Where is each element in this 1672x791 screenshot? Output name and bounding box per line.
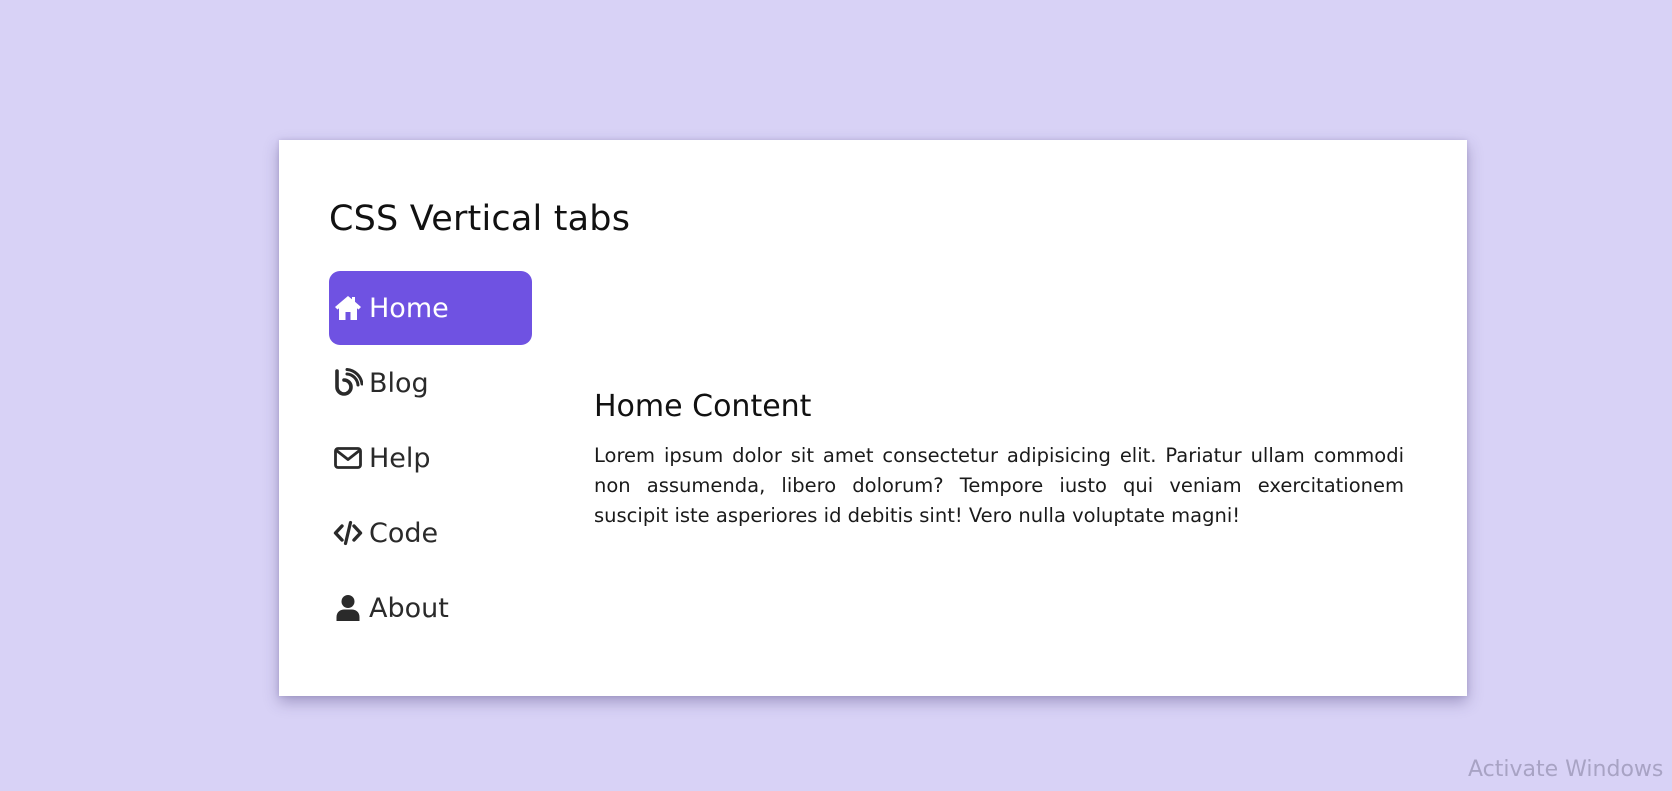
- tab-label: Code: [369, 517, 439, 549]
- blog-icon: [331, 366, 365, 400]
- user-icon: [331, 591, 365, 625]
- home-icon: [331, 291, 365, 325]
- tabs-card: CSS Vertical tabs Home Blog Help Code Ab…: [279, 140, 1467, 696]
- tab-about[interactable]: About: [329, 571, 532, 645]
- tab-help[interactable]: Help: [329, 421, 532, 495]
- tab-label: About: [369, 592, 449, 624]
- tab-code[interactable]: Code: [329, 496, 532, 570]
- vertical-tabs: Home Blog Help Code About: [329, 271, 532, 646]
- tab-label: Home: [369, 292, 449, 324]
- envelope-icon: [331, 441, 365, 475]
- code-icon: [331, 516, 365, 550]
- page-title: CSS Vertical tabs: [329, 199, 631, 239]
- tab-blog[interactable]: Blog: [329, 346, 532, 420]
- content-text: Lorem ipsum dolor sit amet consectetur a…: [594, 444, 1404, 527]
- tab-label: Help: [369, 442, 431, 474]
- tab-content-panel: Home Content Lorem ipsum dolor sit amet …: [594, 387, 1404, 531]
- tab-label: Blog: [369, 367, 429, 399]
- activate-windows-watermark: Activate Windows: [1468, 757, 1664, 782]
- tab-home[interactable]: Home: [329, 271, 532, 345]
- content-title: Home Content: [594, 389, 812, 424]
